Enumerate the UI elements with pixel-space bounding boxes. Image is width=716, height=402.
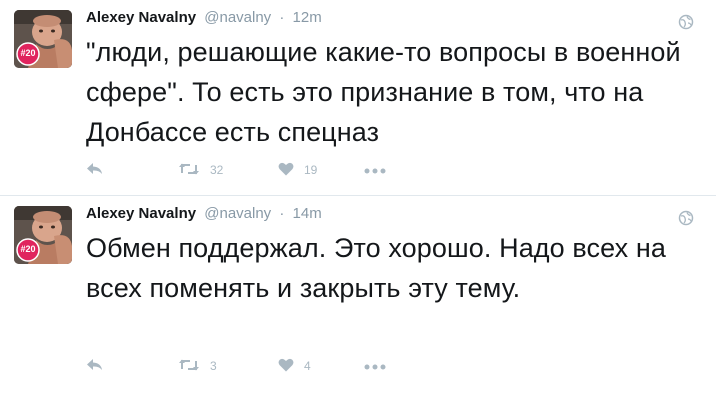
- tweet-content: Alexey Navalny @navalny · 12m "люди, реш…: [86, 8, 686, 152]
- tweet-timestamp[interactable]: 12m: [293, 9, 322, 26]
- tweet-content: Alexey Navalny @navalny · 14m Обмен подд…: [86, 204, 686, 308]
- tweet[interactable]: #20 Alexey Navalny @navalny · 14m Обмен …: [0, 196, 716, 402]
- tweet-header: Alexey Navalny @navalny · 14m: [86, 204, 686, 224]
- more-button[interactable]: [364, 163, 386, 177]
- tweet-actions: 3 4: [86, 356, 386, 376]
- globe-icon[interactable]: [678, 14, 694, 30]
- retweet-count: 32: [210, 163, 224, 177]
- retweet-count: 3: [210, 359, 217, 373]
- separator: ·: [279, 205, 285, 222]
- retweet-button[interactable]: 3: [178, 358, 278, 375]
- heart-icon: [278, 162, 294, 179]
- author-handle[interactable]: @navalny: [204, 9, 271, 26]
- more-button[interactable]: [364, 359, 386, 373]
- heart-icon: [278, 358, 294, 375]
- reply-button[interactable]: [86, 358, 178, 375]
- like-button[interactable]: 4: [278, 358, 364, 375]
- tweet-timeline: #20 Alexey Navalny @navalny · 12m "люди,…: [0, 0, 716, 402]
- like-button[interactable]: 19: [278, 162, 364, 179]
- author-name[interactable]: Alexey Navalny: [86, 9, 196, 26]
- like-count: 4: [304, 359, 311, 373]
- tweet-actions: 32 19: [86, 160, 386, 180]
- tweet-text: "люди, решающие какие-то вопросы в военн…: [86, 37, 681, 147]
- separator: ·: [279, 9, 285, 26]
- more-icon: [364, 359, 386, 373]
- tweet[interactable]: #20 Alexey Navalny @navalny · 12m "люди,…: [0, 0, 716, 196]
- avatar-badge: #20: [20, 244, 36, 254]
- avatar[interactable]: #20: [14, 206, 72, 264]
- author-handle[interactable]: @navalny: [204, 205, 271, 222]
- tweet-timestamp[interactable]: 14m: [293, 205, 322, 222]
- like-count: 19: [304, 163, 318, 177]
- reply-icon: [86, 162, 104, 179]
- avatar-badge: #20: [20, 48, 36, 58]
- retweet-icon: [178, 162, 200, 179]
- more-icon: [364, 163, 386, 177]
- tweet-header: Alexey Navalny @navalny · 12m: [86, 8, 686, 28]
- reply-button[interactable]: [86, 162, 178, 179]
- avatar[interactable]: #20: [14, 10, 72, 68]
- globe-icon[interactable]: [678, 210, 694, 226]
- retweet-icon: [178, 358, 200, 375]
- retweet-button[interactable]: 32: [178, 162, 278, 179]
- reply-icon: [86, 358, 104, 375]
- author-name[interactable]: Alexey Navalny: [86, 205, 196, 222]
- tweet-text: Обмен поддержал. Это хорошо. Надо всех н…: [86, 233, 666, 303]
